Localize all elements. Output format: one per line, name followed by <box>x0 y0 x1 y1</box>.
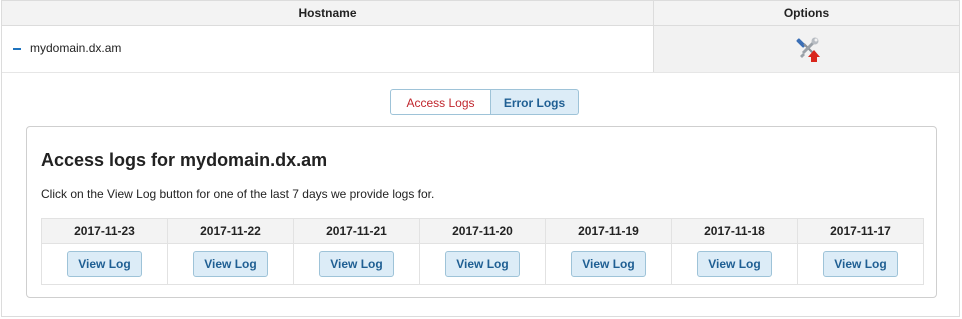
view-log-button[interactable]: View Log <box>319 251 394 277</box>
tools-icon[interactable] <box>796 36 822 62</box>
view-log-cell: View Log <box>797 243 924 285</box>
view-log-cell: View Log <box>293 243 420 285</box>
log-type-tabs: Access Logs Error Logs <box>390 89 579 115</box>
table-header: Hostname Options <box>2 1 959 26</box>
date-header: 2017-11-22 <box>167 218 294 244</box>
view-log-cell: View Log <box>545 243 672 285</box>
panel-description: Click on the View Log button for one of … <box>41 187 435 201</box>
date-header: 2017-11-19 <box>545 218 672 244</box>
view-log-cell: View Log <box>41 243 168 285</box>
hosting-logs-container: Hostname Options mydomain.dx.am Access L… <box>1 0 960 317</box>
view-log-cell: View Log <box>671 243 798 285</box>
view-log-button[interactable]: View Log <box>697 251 772 277</box>
access-logs-panel: Access logs for mydomain.dx.am Click on … <box>26 126 937 298</box>
options-cell <box>653 26 959 72</box>
view-log-button[interactable]: View Log <box>67 251 142 277</box>
tab-access-logs[interactable]: Access Logs <box>390 89 491 115</box>
view-log-cell: View Log <box>167 243 294 285</box>
panel-title: Access logs for mydomain.dx.am <box>41 150 328 170</box>
collapse-icon[interactable] <box>13 48 21 50</box>
domain-row: mydomain.dx.am <box>2 26 959 73</box>
hostname-column-header: Hostname <box>298 6 357 20</box>
date-header: 2017-11-21 <box>293 218 420 244</box>
hostname-cell: mydomain.dx.am <box>2 26 653 72</box>
date-header: 2017-11-23 <box>41 218 168 244</box>
view-log-button[interactable]: View Log <box>445 251 520 277</box>
domain-name: mydomain.dx.am <box>30 41 122 55</box>
date-header: 2017-11-18 <box>671 218 798 244</box>
date-header: 2017-11-17 <box>797 218 924 244</box>
date-header: 2017-11-20 <box>419 218 546 244</box>
view-log-button[interactable]: View Log <box>823 251 898 277</box>
logs-date-row: 2017-11-23 2017-11-22 2017-11-21 2017-11… <box>41 218 924 244</box>
options-column-header: Options <box>653 1 959 25</box>
logs-button-row: View Log View Log View Log View Log View… <box>41 243 924 285</box>
logs-table: 2017-11-23 2017-11-22 2017-11-21 2017-11… <box>41 218 924 285</box>
view-log-button[interactable]: View Log <box>193 251 268 277</box>
view-log-button[interactable]: View Log <box>571 251 646 277</box>
view-log-cell: View Log <box>419 243 546 285</box>
tab-error-logs[interactable]: Error Logs <box>491 89 579 115</box>
